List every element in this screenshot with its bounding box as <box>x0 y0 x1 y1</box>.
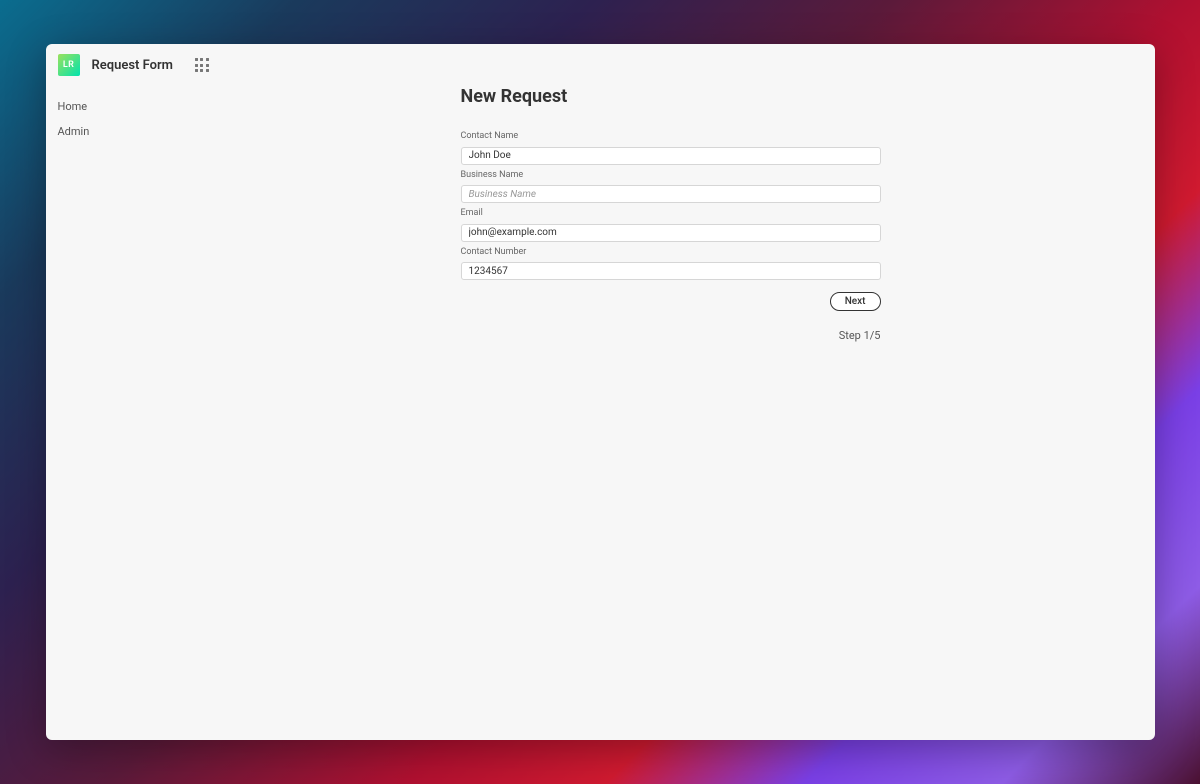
business-name-input[interactable] <box>461 185 881 203</box>
form-actions: Next <box>461 292 881 311</box>
form-group-contact-number: Contact Number <box>461 247 881 281</box>
app-title: Request Form <box>92 58 173 73</box>
app-body: Home Admin New Request Contact Name Busi… <box>46 86 1155 740</box>
app-logo-icon: LR <box>58 54 80 76</box>
email-input[interactable] <box>461 224 881 242</box>
apps-grid-icon[interactable] <box>195 58 209 72</box>
app-window: LR Request Form Home Admin New Request C… <box>46 44 1155 740</box>
contact-number-input[interactable] <box>461 262 881 280</box>
contact-name-input[interactable] <box>461 147 881 165</box>
sidebar-item-home[interactable]: Home <box>58 100 139 113</box>
next-button[interactable]: Next <box>830 292 881 311</box>
sidebar: Home Admin <box>46 86 151 740</box>
form-group-business-name: Business Name <box>461 170 881 204</box>
contact-name-label: Contact Name <box>461 131 881 141</box>
business-name-label: Business Name <box>461 170 881 180</box>
step-indicator: Step 1/5 <box>461 329 881 342</box>
form-group-contact-name: Contact Name <box>461 131 881 165</box>
app-logo-text: LR <box>63 60 74 70</box>
page-title: New Request <box>461 86 881 107</box>
app-header: LR Request Form <box>46 44 1155 86</box>
main-content: New Request Contact Name Business Name E… <box>151 86 1155 740</box>
form-group-email: Email <box>461 208 881 242</box>
email-label: Email <box>461 208 881 218</box>
sidebar-item-admin[interactable]: Admin <box>58 125 139 138</box>
contact-number-label: Contact Number <box>461 247 881 257</box>
form-container: New Request Contact Name Business Name E… <box>461 86 881 342</box>
